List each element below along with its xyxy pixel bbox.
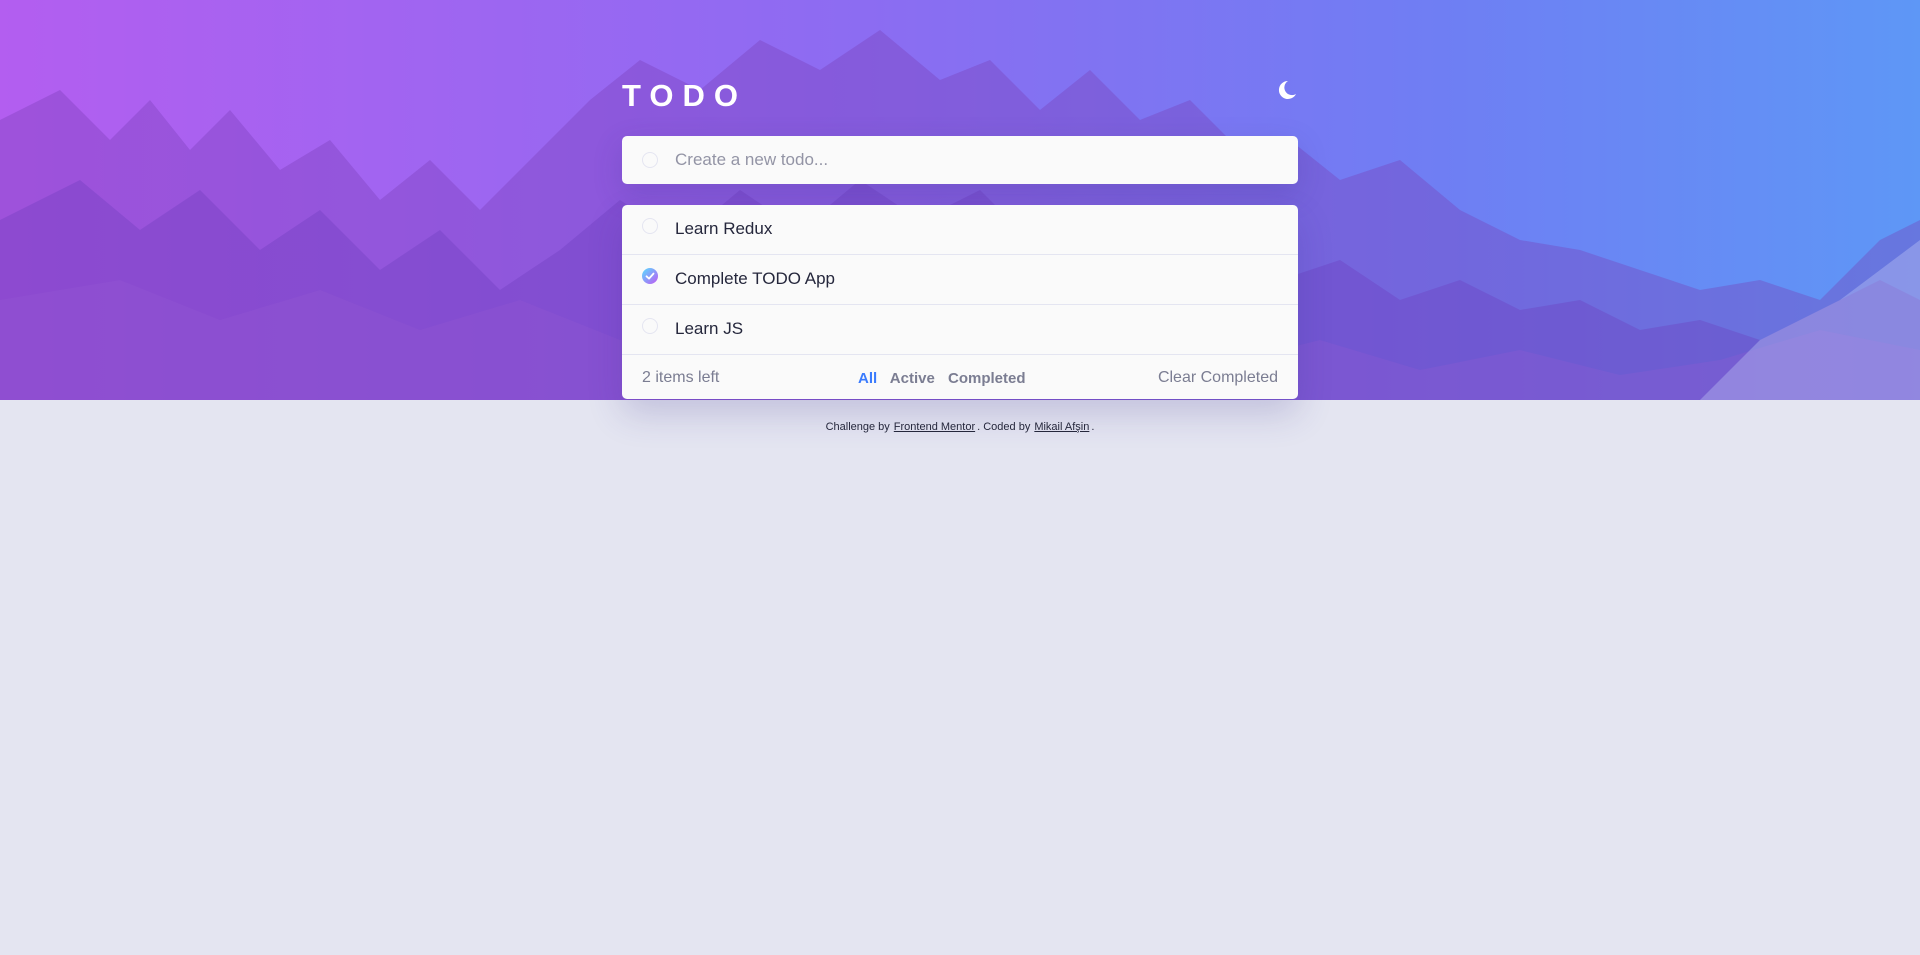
todo-item[interactable]: Complete TODO App xyxy=(622,255,1298,305)
app-header: TODO xyxy=(622,78,1298,118)
moon-icon xyxy=(1278,80,1296,99)
clear-completed-button[interactable]: Clear Completed xyxy=(1158,369,1278,387)
todo-item[interactable]: Learn JS xyxy=(622,305,1298,355)
attribution-suffix: . xyxy=(1091,421,1095,433)
todo-check-circle[interactable] xyxy=(642,268,658,284)
author-link[interactable]: Mikail Afşin xyxy=(1034,421,1089,433)
new-todo-check-circle[interactable] xyxy=(642,152,658,168)
filter-active[interactable]: Active xyxy=(890,370,935,387)
attribution: Challenge by Frontend Mentor. Coded by Mik… xyxy=(0,421,1920,433)
todo-list: Learn Redux Complete TODO App Learn JS 2… xyxy=(622,205,1298,399)
todo-text: Learn Redux xyxy=(675,219,773,238)
todo-item[interactable]: Learn Redux xyxy=(622,205,1298,255)
attribution-middle: . Coded by xyxy=(977,421,1031,433)
theme-toggle-button[interactable] xyxy=(1274,78,1298,102)
filter-completed[interactable]: Completed xyxy=(948,370,1026,387)
filter-group: All Active Completed xyxy=(858,370,1035,387)
new-todo-bar xyxy=(622,136,1298,184)
filter-all[interactable]: All xyxy=(858,370,877,387)
todo-text: Learn JS xyxy=(675,319,744,338)
check-icon xyxy=(645,272,655,280)
attribution-prefix: Challenge by xyxy=(825,421,890,433)
items-left-count: 2 items left xyxy=(642,369,720,386)
todo-text: Complete TODO App xyxy=(675,269,836,288)
new-todo-input[interactable] xyxy=(675,136,1275,184)
todo-check-circle[interactable] xyxy=(642,218,658,234)
todo-footer: 2 items left All Active Completed Clear … xyxy=(622,355,1298,399)
app-title: TODO xyxy=(622,78,747,113)
frontend-mentor-link[interactable]: Frontend Mentor xyxy=(894,421,975,433)
todo-check-circle[interactable] xyxy=(642,318,658,334)
